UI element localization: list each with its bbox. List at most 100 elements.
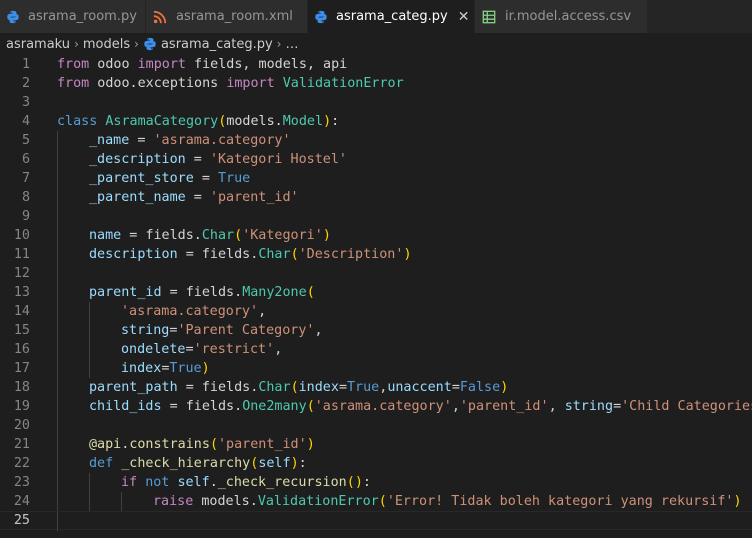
code-text: parent_path = fields.Char(index=True,una… — [89, 380, 508, 395]
code-line[interactable]: 2 from odoo.exceptions import ValidationE… — [0, 74, 752, 93]
code-line[interactable]: 19 child_ids = fields.One2many('asrama.ca… — [0, 397, 752, 416]
code-text: _parent_store = True — [89, 171, 250, 186]
code-line[interactable]: 11 description = fields.Char('Description… — [0, 245, 752, 264]
indent-guide — [89, 473, 90, 492]
tab-asrama-categ-py[interactable]: asrama_categ.py ✕ — [308, 0, 475, 33]
indent-guide — [57, 397, 58, 416]
code-editor[interactable]: 1 from odoo import fields, models, api 2 fr… — [0, 55, 752, 538]
code-token: ) — [733, 494, 742, 509]
code-text: from odoo.exceptions import ValidationEr… — [57, 76, 404, 91]
indent-guide — [57, 245, 58, 264]
csv-table-icon — [481, 9, 497, 25]
indent-guide — [89, 359, 90, 378]
indent-guide — [89, 321, 90, 340]
code-token: from — [57, 76, 90, 91]
indent-guide — [57, 454, 58, 473]
code-line[interactable]: 3 — [0, 93, 752, 112]
code-token: ) — [201, 361, 210, 376]
code-token: ) — [323, 114, 332, 129]
code-token: _check_hierarchy — [121, 456, 251, 471]
code-token: @api — [89, 437, 122, 452]
code-token: True — [218, 171, 251, 186]
tab-label: asrama_room.py — [28, 9, 137, 24]
code-line[interactable]: 24 raise models.ValidationError('Error! T… — [0, 492, 752, 511]
indent-guide — [57, 378, 58, 397]
code-text: name = fields.Char('Kategori') — [89, 228, 331, 243]
code-token: 'Child Categories' — [621, 399, 752, 414]
code-line[interactable]: 25 — [0, 511, 752, 531]
code-token: ondelete — [121, 342, 186, 357]
tab-label: ir.model.access.csv — [505, 9, 632, 24]
chevron-right-icon: › — [74, 37, 79, 51]
code-line[interactable]: 21 @api.constrains('parent_id') — [0, 435, 752, 454]
line-number: 21 — [13, 437, 30, 452]
code-token: ( — [290, 380, 299, 395]
breadcrumb-item[interactable]: … — [285, 37, 298, 52]
code-line[interactable]: 5 _name = 'asrama.category' — [0, 131, 752, 150]
code-line[interactable]: 22 def _check_hierarchy(self): — [0, 454, 752, 473]
python-icon — [6, 9, 20, 25]
code-token: False — [459, 380, 501, 395]
code-line[interactable]: 8 _parent_name = 'parent_id' — [0, 188, 752, 207]
code-line[interactable]: 4 class AsramaCategory(models.Model): — [0, 112, 752, 131]
code-token: from — [57, 57, 90, 72]
code-token: _parent_store — [89, 171, 194, 186]
code-line[interactable]: 20 — [0, 416, 752, 435]
indent-guide — [57, 435, 58, 454]
code-line[interactable]: 7 _parent_store = True — [0, 169, 752, 188]
code-token: unaccent — [387, 380, 452, 395]
code-line[interactable]: 18 parent_path = fields.Char(index=True,u… — [0, 378, 752, 397]
breadcrumb-item[interactable]: models — [83, 37, 130, 52]
code-token: odoo — [89, 57, 138, 72]
code-token: Char — [258, 247, 291, 262]
code-token: ( — [306, 285, 315, 300]
code-text: raise models.ValidationError('Error! Tid… — [153, 494, 742, 509]
code-token: = — [161, 285, 186, 300]
code-line[interactable]: 9 — [0, 207, 752, 226]
line-number: 3 — [21, 95, 30, 110]
code-line[interactable]: 12 — [0, 264, 752, 283]
line-number: 1 — [21, 57, 30, 72]
code-line[interactable]: 17 index=True) — [0, 359, 752, 378]
code-line[interactable]: 15 string='Parent Category', — [0, 321, 752, 340]
code-token: = — [177, 380, 202, 395]
code-token: child_ids — [89, 399, 162, 414]
indent-guide — [57, 512, 58, 531]
code-line[interactable]: 13 parent_id = fields.Many2one( — [0, 283, 752, 302]
code-token: , — [314, 323, 323, 338]
code-line[interactable]: 14 'asrama.category', — [0, 302, 752, 321]
code-line[interactable]: 6 _description = 'Kategori Hostel' — [0, 150, 752, 169]
code-token: import — [137, 57, 186, 72]
code-token: 'parent_id' — [209, 190, 299, 205]
line-number: 24 — [13, 494, 30, 509]
indent-guide — [57, 340, 58, 359]
code-line[interactable]: 10 name = fields.Char('Kategori') — [0, 226, 752, 245]
line-number: 10 — [13, 228, 30, 243]
code-token: = — [613, 399, 622, 414]
indent-guide — [57, 283, 58, 302]
code-token: True — [347, 380, 380, 395]
indent-guide — [57, 492, 58, 511]
close-icon[interactable]: ✕ — [458, 9, 470, 25]
code-line[interactable]: 1 from odoo import fields, models, api — [0, 55, 752, 74]
code-token: 'Parent Category' — [177, 323, 315, 338]
breadcrumb-item[interactable]: asramaku — [6, 37, 70, 52]
code-token: models. — [226, 114, 283, 129]
line-number: 17 — [13, 361, 30, 376]
breadcrumb-item[interactable]: asrama_categ.py — [161, 37, 273, 52]
code-token: parent_id — [89, 285, 162, 300]
tab-ir-model-access-csv[interactable]: ir.model.access.csv — [475, 0, 649, 33]
code-token: parent_path — [89, 380, 178, 395]
code-token: 'restrict' — [193, 342, 275, 357]
code-line[interactable]: 16 ondelete='restrict', — [0, 340, 752, 359]
tab-asrama-room-xml[interactable]: asrama_room.xml — [146, 0, 308, 33]
code-token: 'Kategori Hostel' — [209, 152, 347, 167]
code-line[interactable]: 23 if not self._check_recursion(): — [0, 473, 752, 492]
tab-asrama-room-py[interactable]: asrama_room.py — [0, 0, 146, 33]
indent-guide — [57, 131, 58, 150]
code-token: = — [185, 152, 210, 167]
code-token: odoo.exceptions — [89, 76, 227, 91]
indent-guide — [57, 150, 58, 169]
line-number: 16 — [13, 342, 30, 357]
